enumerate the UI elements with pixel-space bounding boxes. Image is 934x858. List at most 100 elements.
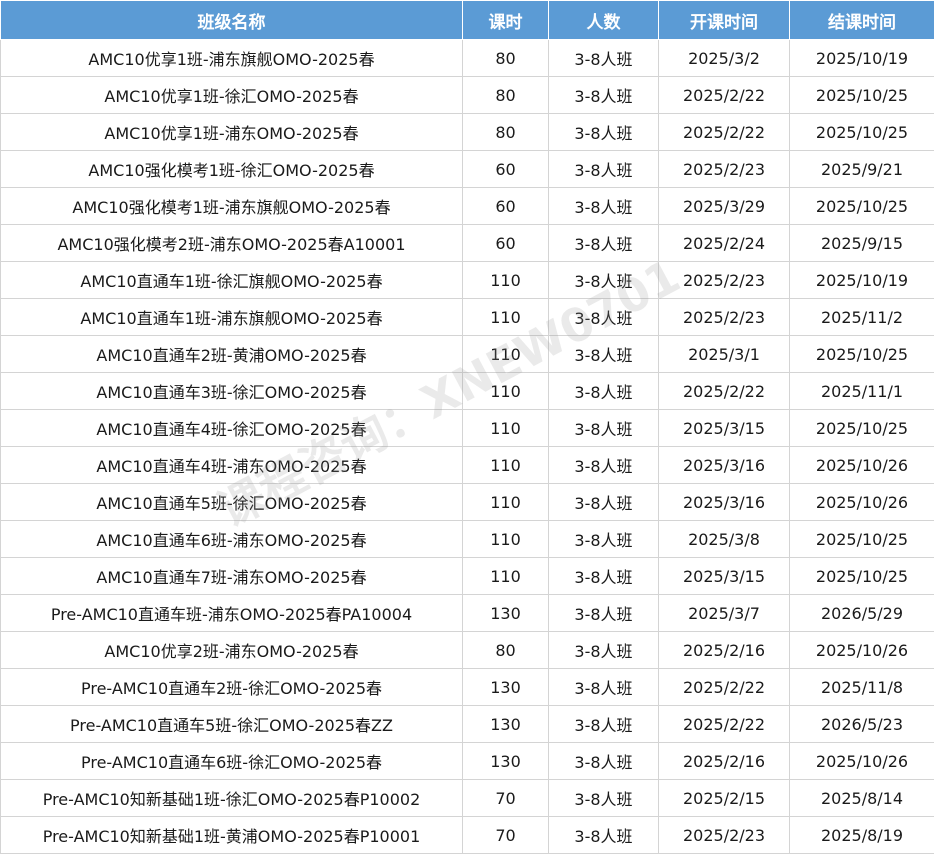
cell-class-size: 3-8人班 — [548, 409, 659, 447]
cell-end-date: 2025/10/25 — [789, 520, 934, 558]
cell-class-size: 3-8人班 — [548, 779, 659, 817]
cell-hours: 110 — [462, 409, 549, 447]
cell-class-size: 3-8人班 — [548, 150, 659, 188]
cell-class-size: 3-8人班 — [548, 557, 659, 595]
cell-class-name: Pre-AMC10直通车5班-徐汇OMO-2025春ZZ — [0, 705, 463, 743]
table-row: AMC10直通车4班-浦东OMO-2025春 110 3-8人班 2025/3/16 2… — [0, 446, 934, 484]
header-start-date: 开课时间 — [658, 0, 790, 40]
cell-end-date: 2025/10/25 — [789, 113, 934, 151]
cell-class-name: AMC10优享1班-徐汇OMO-2025春 — [0, 76, 463, 114]
table-row: AMC10优享1班-浦东旗舰OMO-2025春 80 3-8人班 2025/3/2 20… — [0, 39, 934, 77]
header-row: 班级名称 课时 人数 开课时间 结课时间 — [0, 0, 934, 40]
cell-start-date: 2025/3/2 — [658, 39, 790, 77]
cell-end-date: 2025/10/19 — [789, 39, 934, 77]
cell-class-name: AMC10直通车5班-徐汇OMO-2025春 — [0, 483, 463, 521]
cell-start-date: 2025/3/7 — [658, 594, 790, 632]
cell-hours: 80 — [462, 113, 549, 151]
cell-end-date: 2025/10/26 — [789, 742, 934, 780]
cell-class-name: AMC10直通车3班-徐汇OMO-2025春 — [0, 372, 463, 410]
cell-hours: 130 — [462, 594, 549, 632]
cell-hours: 130 — [462, 742, 549, 780]
cell-hours: 60 — [462, 187, 549, 225]
cell-start-date: 2025/2/23 — [658, 298, 790, 336]
cell-start-date: 2025/3/15 — [658, 409, 790, 447]
cell-class-name: AMC10直通车1班-徐汇旗舰OMO-2025春 — [0, 261, 463, 299]
cell-class-name: Pre-AMC10直通车班-浦东OMO-2025春PA10004 — [0, 594, 463, 632]
cell-hours: 130 — [462, 705, 549, 743]
cell-class-name: AMC10强化模考2班-浦东OMO-2025春A10001 — [0, 224, 463, 262]
cell-start-date: 2025/3/16 — [658, 483, 790, 521]
cell-class-size: 3-8人班 — [548, 668, 659, 706]
cell-end-date: 2025/10/26 — [789, 631, 934, 669]
cell-hours: 110 — [462, 372, 549, 410]
cell-start-date: 2025/3/15 — [658, 557, 790, 595]
cell-hours: 60 — [462, 150, 549, 188]
table-row: Pre-AMC10知新基础1班-徐汇OMO-2025春P10002 70 3-8人班… — [0, 779, 934, 817]
cell-start-date: 2025/2/22 — [658, 76, 790, 114]
cell-class-size: 3-8人班 — [548, 594, 659, 632]
table-row: AMC10直通车3班-徐汇OMO-2025春 110 3-8人班 2025/2/22 2… — [0, 372, 934, 410]
cell-class-name: AMC10直通车7班-浦东OMO-2025春 — [0, 557, 463, 595]
cell-end-date: 2025/8/14 — [789, 779, 934, 817]
header-end-date: 结课时间 — [789, 0, 934, 40]
cell-class-name: Pre-AMC10直通车6班-徐汇OMO-2025春 — [0, 742, 463, 780]
cell-end-date: 2025/8/19 — [789, 816, 934, 854]
cell-class-size: 3-8人班 — [548, 446, 659, 484]
cell-class-name: AMC10直通车2班-黄浦OMO-2025春 — [0, 335, 463, 373]
cell-hours: 60 — [462, 224, 549, 262]
cell-class-size: 3-8人班 — [548, 372, 659, 410]
cell-end-date: 2025/10/25 — [789, 409, 934, 447]
cell-end-date: 2025/11/1 — [789, 372, 934, 410]
cell-hours: 70 — [462, 779, 549, 817]
cell-class-name: AMC10强化模考1班-浦东旗舰OMO-2025春 — [0, 187, 463, 225]
cell-start-date: 2025/2/16 — [658, 742, 790, 780]
cell-start-date: 2025/2/23 — [658, 816, 790, 854]
table-header: 班级名称 课时 人数 开课时间 结课时间 — [0, 0, 934, 40]
cell-class-size: 3-8人班 — [548, 261, 659, 299]
table-row: Pre-AMC10直通车5班-徐汇OMO-2025春ZZ 130 3-8人班 2025… — [0, 705, 934, 743]
cell-end-date: 2025/10/19 — [789, 261, 934, 299]
table-row: AMC10直通车1班-徐汇旗舰OMO-2025春 110 3-8人班 2025/2/2… — [0, 261, 934, 299]
cell-start-date: 2025/3/8 — [658, 520, 790, 558]
cell-start-date: 2025/2/22 — [658, 705, 790, 743]
cell-end-date: 2025/10/25 — [789, 76, 934, 114]
cell-start-date: 2025/3/29 — [658, 187, 790, 225]
cell-class-size: 3-8人班 — [548, 483, 659, 521]
cell-class-size: 3-8人班 — [548, 335, 659, 373]
cell-start-date: 2025/2/16 — [658, 631, 790, 669]
cell-end-date: 2026/5/23 — [789, 705, 934, 743]
cell-hours: 110 — [462, 298, 549, 336]
cell-start-date: 2025/2/15 — [658, 779, 790, 817]
cell-class-name: AMC10优享1班-浦东OMO-2025春 — [0, 113, 463, 151]
cell-class-name: Pre-AMC10知新基础1班-徐汇OMO-2025春P10002 — [0, 779, 463, 817]
cell-start-date: 2025/2/24 — [658, 224, 790, 262]
table-row: AMC10直通车2班-黄浦OMO-2025春 110 3-8人班 2025/3/1 20… — [0, 335, 934, 373]
cell-start-date: 2025/2/22 — [658, 668, 790, 706]
cell-class-size: 3-8人班 — [548, 520, 659, 558]
cell-start-date: 2025/2/22 — [658, 372, 790, 410]
cell-end-date: 2025/10/26 — [789, 483, 934, 521]
header-hours: 课时 — [462, 0, 549, 40]
cell-end-date: 2025/9/21 — [789, 150, 934, 188]
cell-class-name: Pre-AMC10知新基础1班-黄浦OMO-2025春P10001 — [0, 816, 463, 854]
cell-hours: 110 — [462, 446, 549, 484]
cell-end-date: 2025/11/2 — [789, 298, 934, 336]
table-row: Pre-AMC10直通车班-浦东OMO-2025春PA10004 130 3-8人班… — [0, 594, 934, 632]
cell-class-size: 3-8人班 — [548, 298, 659, 336]
cell-class-size: 3-8人班 — [548, 187, 659, 225]
table-row: AMC10直通车7班-浦东OMO-2025春 110 3-8人班 2025/3/15 2… — [0, 557, 934, 595]
cell-start-date: 2025/3/1 — [658, 335, 790, 373]
class-schedule-table: 班级名称 课时 人数 开课时间 结课时间 AMC10优享1班-浦东旗舰OMO-2… — [0, 0, 934, 854]
cell-class-name: Pre-AMC10直通车2班-徐汇OMO-2025春 — [0, 668, 463, 706]
cell-class-name: AMC10强化模考1班-徐汇OMO-2025春 — [0, 150, 463, 188]
cell-hours: 70 — [462, 816, 549, 854]
cell-class-size: 3-8人班 — [548, 816, 659, 854]
table-row: AMC10优享1班-徐汇OMO-2025春 80 3-8人班 2025/2/22 202… — [0, 76, 934, 114]
cell-class-name: AMC10直通车4班-浦东OMO-2025春 — [0, 446, 463, 484]
cell-class-size: 3-8人班 — [548, 224, 659, 262]
cell-start-date: 2025/2/23 — [658, 261, 790, 299]
cell-class-name: AMC10直通车6班-浦东OMO-2025春 — [0, 520, 463, 558]
table-row: AMC10优享1班-浦东OMO-2025春 80 3-8人班 2025/2/22 202… — [0, 113, 934, 151]
cell-hours: 80 — [462, 76, 549, 114]
cell-class-size: 3-8人班 — [548, 113, 659, 151]
